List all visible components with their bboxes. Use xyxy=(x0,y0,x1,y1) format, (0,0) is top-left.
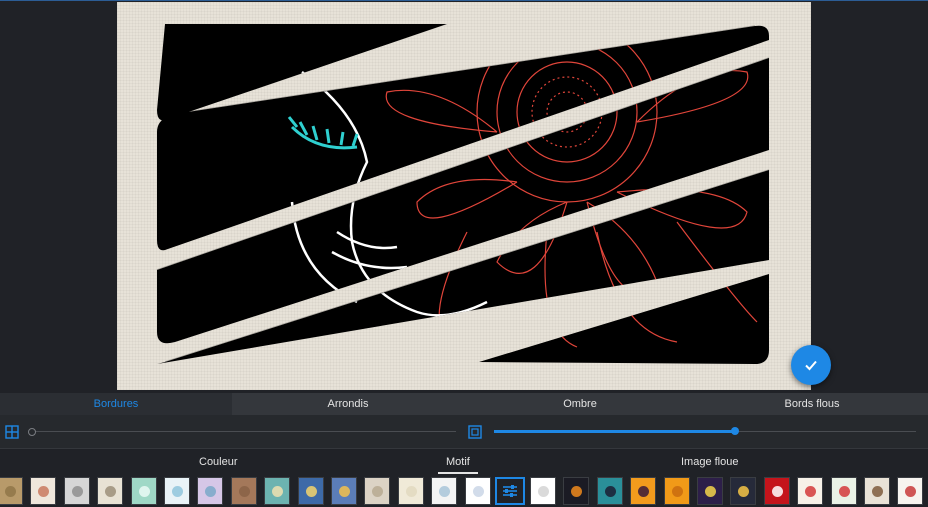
border-width-slider[interactable] xyxy=(32,431,456,432)
pattern-swatch-happy-christmas[interactable] xyxy=(797,477,824,505)
pattern-swatch-chevron-mint[interactable] xyxy=(130,477,157,505)
pattern-swatch-motif xyxy=(538,486,549,497)
pattern-swatch-motif xyxy=(405,486,417,497)
border-spacing-slider-fill xyxy=(494,430,735,433)
pattern-swatch-lace-gray[interactable] xyxy=(63,477,90,505)
pattern-swatch-halloween-pumpkin[interactable] xyxy=(563,477,590,505)
pattern-swatch-dots-cream[interactable] xyxy=(30,477,57,505)
pattern-swatch-motif xyxy=(105,486,117,497)
pattern-swatch-motif xyxy=(205,486,217,497)
tab-bordures[interactable]: Bordures xyxy=(0,393,232,415)
pattern-swatch-motif xyxy=(604,486,616,497)
pattern-swatch-reindeer[interactable] xyxy=(864,477,890,505)
pattern-swatch-motif xyxy=(738,486,750,497)
pattern-settings-button[interactable] xyxy=(495,477,525,505)
pattern-swatch-motif xyxy=(472,486,484,497)
border-width-slider-handle[interactable] xyxy=(28,428,36,436)
check-icon xyxy=(805,360,817,371)
pattern-swatch-stripes-blue-yellow[interactable] xyxy=(297,477,324,505)
pattern-swatch-motif xyxy=(305,486,317,497)
tab-bords-flous[interactable]: Bords flous xyxy=(696,393,928,415)
pattern-swatch-orange-spooky[interactable] xyxy=(663,477,690,505)
subtab-couleur[interactable]: Couleur xyxy=(199,450,238,474)
pattern-swatch-bat-teal[interactable] xyxy=(596,477,623,505)
pattern-swatch-motif xyxy=(838,486,850,497)
pattern-swatch-motif xyxy=(638,486,650,497)
pattern-swatch-motif xyxy=(671,486,683,497)
pattern-swatch-motif xyxy=(705,486,716,497)
confirm-button[interactable] xyxy=(791,345,831,385)
framed-artwork xyxy=(156,24,770,364)
pattern-swatch-motif xyxy=(571,486,583,497)
preview-area xyxy=(0,0,928,393)
pattern-swatch-motif xyxy=(339,486,350,497)
pattern-swatch-motif xyxy=(771,486,783,497)
pattern-swatch-motif xyxy=(272,486,284,497)
grid-icon xyxy=(5,425,19,439)
pattern-swatch-linen-cream[interactable] xyxy=(397,477,424,505)
fill-type-tabs: Couleur Motif Image floue xyxy=(0,450,928,474)
border-spacing-slider-handle[interactable] xyxy=(730,427,739,435)
pattern-swatch-motif xyxy=(905,486,917,497)
pattern-swatch-monster-purple[interactable] xyxy=(697,477,723,505)
tab-ombre[interactable]: Ombre xyxy=(464,393,696,415)
pattern-swatch-circles-blue[interactable] xyxy=(164,477,190,505)
pattern-swatch-candy-cane[interactable] xyxy=(897,477,924,505)
pattern-swatch-motif xyxy=(5,486,16,497)
frame-icon xyxy=(468,425,482,439)
pattern-swatch-eyes-dark[interactable] xyxy=(730,477,757,505)
pattern-swatch-grid-white[interactable] xyxy=(464,477,491,505)
pattern-swatch-dots-white[interactable] xyxy=(530,477,556,505)
pattern-swatch-plaid-beige[interactable] xyxy=(364,477,391,505)
pattern-swatch-motif xyxy=(238,486,250,497)
pattern-swatch-xmas-trees-red[interactable] xyxy=(763,477,790,505)
pattern-swatch-doodle-white[interactable] xyxy=(431,477,458,505)
pattern-swatch-motif xyxy=(439,486,451,497)
pattern-swatch-motif xyxy=(805,486,817,497)
sliders-icon xyxy=(503,485,517,497)
pattern-swatch-motif xyxy=(872,486,883,497)
pattern-swatch-motif xyxy=(38,486,50,497)
pattern-swatch-motif xyxy=(71,486,83,497)
pattern-swatch-diagonal-blue[interactable] xyxy=(331,477,357,505)
pattern-swatch-motif xyxy=(372,486,384,497)
subtab-image-floue[interactable]: Image floue xyxy=(681,450,738,474)
pattern-swatch-motif xyxy=(172,486,183,497)
pattern-swatch-bat-orange[interactable] xyxy=(630,477,657,505)
pattern-swatch-burlap[interactable] xyxy=(0,477,23,505)
pattern-swatch-motif xyxy=(138,486,150,497)
border-sliders xyxy=(0,415,928,449)
pattern-swatch-teal-pattern[interactable] xyxy=(264,477,291,505)
pattern-swatch-list xyxy=(0,474,928,507)
image-canvas xyxy=(117,2,811,390)
pattern-swatch-patchwork[interactable] xyxy=(197,477,224,505)
tab-arrondis[interactable]: Arrondis xyxy=(232,393,464,415)
pattern-swatch-wood-brown[interactable] xyxy=(230,477,257,505)
border-options-tabs: Bordures Arrondis Ombre Bords flous xyxy=(0,393,928,415)
pattern-swatch-santa[interactable] xyxy=(830,477,857,505)
subtab-motif[interactable]: Motif xyxy=(438,450,478,474)
pattern-swatch-paisley[interactable] xyxy=(97,477,124,505)
